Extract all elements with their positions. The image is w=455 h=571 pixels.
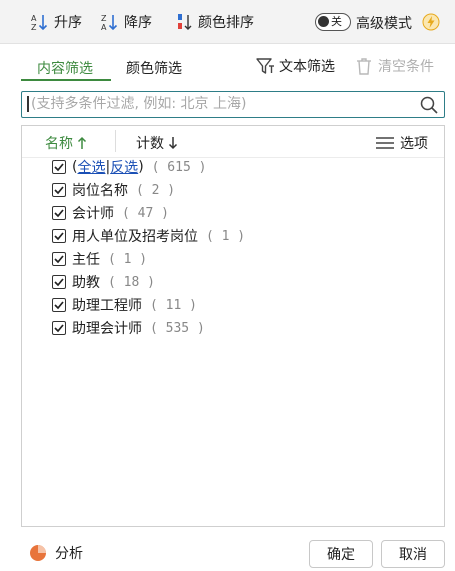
toggle-knob	[318, 16, 329, 27]
checkmark-icon	[54, 278, 64, 287]
item-checkbox[interactable]	[52, 252, 66, 266]
sort-descending-button[interactable]: Z A 降序	[100, 11, 152, 33]
checkmark-icon	[54, 209, 64, 218]
options-button[interactable]: 选项	[376, 133, 428, 153]
item-label: 助理会计师	[72, 321, 142, 337]
list-item[interactable]: 助教 ( 18 )	[52, 271, 155, 293]
checkmark-icon	[54, 301, 64, 310]
paren-close: )	[138, 159, 144, 175]
value-list[interactable]: 名称 计数 选项 (全选 | 反选) (615) 岗位名称 (2) …	[21, 125, 445, 527]
svg-text:Z: Z	[31, 23, 37, 32]
item-count: ( 1 )	[206, 228, 246, 244]
list-header: 名称 计数 选项	[22, 126, 444, 158]
text-filter-icon	[256, 58, 274, 74]
text-filter-button[interactable]: 文本筛选	[255, 56, 335, 76]
item-checkbox[interactable]	[52, 206, 66, 220]
toolbar: A Z 升序 Z A 降序 颜色排序 关 高级模式	[0, 0, 455, 44]
cancel-button[interactable]: 取消	[381, 540, 445, 568]
active-tab-indicator	[21, 79, 111, 81]
color-sort-icon	[178, 14, 192, 30]
filter-tabs: 内容筛选 颜色筛选 文本筛选 清空条件	[0, 52, 455, 86]
item-checkbox[interactable]	[52, 229, 66, 243]
svg-text:Z: Z	[101, 14, 107, 23]
clear-conditions-button[interactable]: 清空条件	[354, 56, 434, 76]
item-checkbox[interactable]	[52, 298, 66, 312]
count-column-label: 计数	[136, 136, 164, 152]
menu-icon	[376, 137, 394, 149]
sort-descending-label: 降序	[124, 15, 152, 31]
header-divider	[115, 130, 116, 152]
item-label: 助教	[72, 275, 100, 291]
sort-ascending-label: 升序	[54, 15, 82, 31]
checkmark-icon	[54, 324, 64, 333]
item-label: 会计师	[72, 206, 114, 222]
ok-button[interactable]: 确定	[309, 540, 373, 568]
list-item[interactable]: 助理会计师 ( 535 )	[52, 317, 205, 339]
tab-content-filter[interactable]: 内容筛选	[37, 58, 93, 78]
analyze-button[interactable]: 分析	[29, 543, 83, 563]
select-all-link[interactable]: 全选	[77, 157, 105, 177]
name-column-label: 名称	[45, 136, 73, 152]
list-item[interactable]: 助理工程师 ( 11 )	[52, 294, 197, 316]
checkmark-icon	[54, 255, 64, 264]
sort-ascending-button[interactable]: A Z 升序	[30, 11, 82, 33]
item-checkbox[interactable]	[52, 321, 66, 335]
sort-by-count-header[interactable]: 计数	[136, 133, 178, 153]
premium-bolt-icon[interactable]	[422, 13, 440, 31]
advanced-mode-label: 高级模式	[356, 16, 412, 32]
select-all-row[interactable]: ( 全选 | 反选 ) ( 615 )	[52, 156, 206, 178]
sort-descending-icon: Z A	[101, 14, 118, 32]
arrow-up-icon	[77, 136, 87, 149]
list-item[interactable]: 主任 ( 1 )	[52, 248, 147, 270]
clear-conditions-label: 清空条件	[378, 59, 434, 75]
toggle-state-label: 关	[331, 15, 342, 28]
tab-color-filter[interactable]: 颜色筛选	[126, 58, 182, 78]
trash-icon	[357, 58, 371, 75]
list-item[interactable]: 岗位名称 ( 2 )	[52, 179, 175, 201]
text-caret	[27, 96, 29, 112]
advanced-mode-toggle[interactable]: 关	[315, 13, 351, 31]
item-count: ( 11 )	[150, 297, 197, 313]
item-label: 助理工程师	[72, 298, 142, 314]
item-count: ( 2 )	[136, 182, 176, 198]
search-input[interactable]	[31, 95, 411, 113]
checkmark-icon	[54, 232, 64, 241]
arrow-down-icon	[168, 137, 178, 150]
checkmark-icon	[54, 186, 64, 195]
svg-text:A: A	[31, 14, 37, 23]
item-label: 用人单位及招考岗位	[72, 229, 198, 245]
item-count: ( 47 )	[122, 205, 169, 221]
item-count: ( 18 )	[108, 274, 155, 290]
list-item[interactable]: 用人单位及招考岗位 ( 1 )	[52, 225, 245, 247]
total-count: ( 615 )	[151, 159, 207, 175]
text-filter-label: 文本筛选	[279, 59, 335, 75]
item-count: ( 1 )	[108, 251, 148, 267]
pie-chart-icon	[30, 545, 46, 561]
item-label: 岗位名称	[72, 183, 128, 199]
color-sort-label: 颜色排序	[198, 15, 254, 31]
invert-selection-link[interactable]: 反选	[110, 157, 138, 177]
search-icon[interactable]	[420, 96, 438, 114]
select-all-checkbox[interactable]	[52, 160, 66, 174]
list-item[interactable]: 会计师 ( 47 )	[52, 202, 169, 224]
svg-text:A: A	[101, 23, 107, 32]
search-box[interactable]	[21, 91, 445, 118]
dialog-footer: 分析 确定 取消	[0, 535, 455, 571]
item-checkbox[interactable]	[52, 183, 66, 197]
color-sort-button[interactable]: 颜色排序	[176, 11, 254, 33]
analyze-label: 分析	[55, 546, 83, 562]
item-count: ( 535 )	[150, 320, 205, 336]
item-label: 主任	[72, 252, 100, 268]
sort-ascending-icon: A Z	[31, 14, 48, 32]
item-checkbox[interactable]	[52, 275, 66, 289]
checkmark-icon	[54, 163, 64, 172]
sort-by-name-header[interactable]: 名称	[45, 133, 87, 153]
options-label: 选项	[400, 136, 428, 152]
